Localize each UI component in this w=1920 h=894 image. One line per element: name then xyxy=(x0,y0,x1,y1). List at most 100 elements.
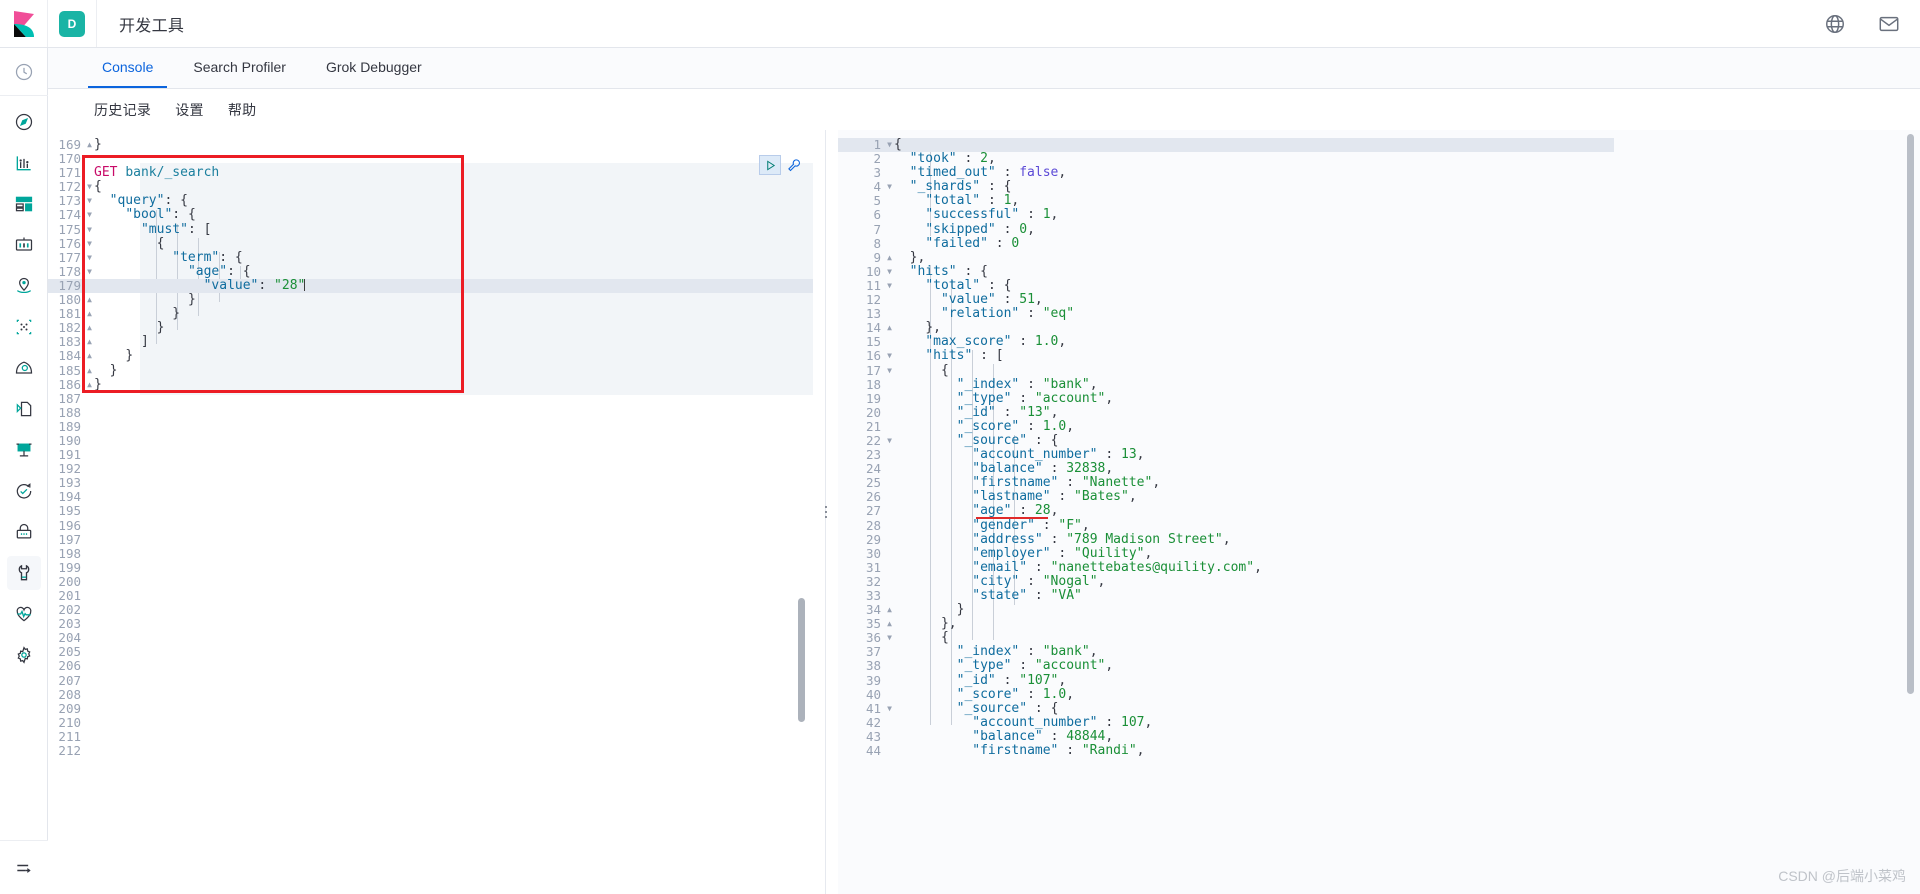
code-line: "_score" : 1.0, xyxy=(956,418,1075,434)
gutter-line: 209 xyxy=(58,700,81,716)
code-line: "_index" : "bank", xyxy=(956,644,1098,660)
gutter-line: ▼ 178 xyxy=(58,263,92,279)
dev-tools-main: Console Search Profiler Grok Debugger 历史… xyxy=(48,48,1920,894)
code-line: "value" : 51, xyxy=(940,292,1043,308)
console-request-editor[interactable]: ▲ 169 170 171 ▼ 172 ▼ 173 ▼ 174 ▼ 175 ▼ 176 ▼ 177 ▼ 178 17… xyxy=(48,130,813,894)
sidebar-item-uptime[interactable] xyxy=(7,474,41,508)
gutter-line: 8 xyxy=(873,235,881,251)
code-line: "timed_out" : false, xyxy=(909,165,1067,181)
sidebar-item-management[interactable] xyxy=(7,638,41,672)
sidebar-item-infrastructure[interactable] xyxy=(7,351,41,385)
sidebar-item-discover[interactable] xyxy=(7,105,41,139)
gutter-line: ▲ 183 xyxy=(58,334,92,350)
sidebar-item-dashboard[interactable] xyxy=(7,187,41,221)
gutter-line: 31 xyxy=(865,559,881,575)
kibana-logo[interactable] xyxy=(0,0,48,47)
mail-icon[interactable] xyxy=(1878,13,1900,35)
tab-search-profiler[interactable]: Search Profiler xyxy=(179,48,300,88)
gutter-line: 30 xyxy=(865,545,881,561)
gutter-line: ▲ 9 xyxy=(873,249,892,265)
gutter-line: 18 xyxy=(865,376,881,392)
space-avatar-button[interactable]: D xyxy=(48,0,96,47)
request-options-button[interactable] xyxy=(785,156,803,174)
kibana-dev-tools-app: D 开发工具 Console Search Profiler Grok Debu… xyxy=(0,0,1920,894)
gutter-line: 170 xyxy=(58,151,81,167)
sidebar-item-maps[interactable] xyxy=(7,269,41,303)
code-line: "relation" : "eq" xyxy=(940,306,1075,322)
sidebar-item-machine-learning[interactable] xyxy=(7,310,41,344)
settings-link[interactable]: 设置 xyxy=(175,100,204,120)
help-globe-icon[interactable] xyxy=(1824,13,1846,35)
code-line: "lastname" : "Bates", xyxy=(972,489,1137,505)
tab-grok-debugger[interactable]: Grok Debugger xyxy=(312,48,436,88)
sidebar-item-security[interactable] xyxy=(7,515,41,549)
help-link[interactable]: 帮助 xyxy=(228,100,257,120)
recently-viewed-clock-icon[interactable] xyxy=(0,48,48,96)
gutter-line: 2 xyxy=(873,151,881,167)
gutter-line: ▲ 169 xyxy=(58,137,92,152)
gutter-line: ▼ 175 xyxy=(58,221,92,237)
gutter-line: 196 xyxy=(58,517,81,533)
code-line: "_id" : "13", xyxy=(956,404,1059,420)
gutter-line: 24 xyxy=(865,461,881,477)
code-line: "state" : "VA" xyxy=(972,588,1082,603)
history-link[interactable]: 历史记录 xyxy=(94,100,151,120)
editor-resize-handle[interactable] xyxy=(813,130,838,894)
gutter-line: ▼ 174 xyxy=(58,207,92,223)
primary-navigation xyxy=(0,48,48,894)
gutter-line: 208 xyxy=(58,686,81,702)
gutter-line: 26 xyxy=(865,489,881,505)
sidebar-item-monitoring[interactable] xyxy=(7,597,41,631)
code-line: ] xyxy=(140,334,149,350)
gutter-line: 5 xyxy=(873,193,881,209)
send-request-button[interactable] xyxy=(759,155,781,175)
sidebar-item-logs[interactable] xyxy=(7,392,41,426)
code-line: "balance" : 32838, xyxy=(972,461,1114,477)
gutter-line: 19 xyxy=(865,390,881,406)
console-response-editor[interactable]: ▼ 1 2 3 ▼ 4 5 6 7 8 ▲ 9 ▼ 10 ▼ 11 12 13 ▲ 14 15 ▼ 16 ▼ 17 18 19 20 2… xyxy=(838,130,1920,894)
code-line: "must": [ xyxy=(140,221,212,237)
response-code-area[interactable]: { "took" : 2, "timed_out" : false, "_sha… xyxy=(894,130,1920,894)
collapse-nav-arrow-icon[interactable] xyxy=(0,840,48,894)
code-line: "term": { xyxy=(172,249,243,265)
gutter-line: 28 xyxy=(865,517,881,533)
request-pane: ▲ 169 170 171 ▼ 172 ▼ 173 ▼ 174 ▼ 175 ▼ 176 ▼ 177 ▼ 178 17… xyxy=(48,130,813,894)
request-code-area[interactable]: } GET bank/_search{ "query": { "bool": {… xyxy=(94,130,813,894)
code-line: GET bank/_search xyxy=(94,165,220,181)
play-triangle-icon xyxy=(766,159,775,171)
app-body: Console Search Profiler Grok Debugger 历史… xyxy=(0,48,1920,894)
gutter-line: 187 xyxy=(58,390,81,406)
code-line: "_id" : "107", xyxy=(956,672,1067,688)
gutter-line: 37 xyxy=(865,644,881,660)
tab-console[interactable]: Console xyxy=(88,48,168,88)
sidebar-item-canvas[interactable] xyxy=(7,228,41,262)
code-line: } xyxy=(187,292,196,308)
code-line: "gender" : "F", xyxy=(972,517,1090,533)
code-line: "email" : "nanettebates@quility.com", xyxy=(972,559,1262,575)
code-line: "_score" : 1.0, xyxy=(956,686,1075,702)
sidebar-item-dev-tools[interactable] xyxy=(6,556,41,590)
gutter-line: 44 xyxy=(865,743,881,759)
nav-items xyxy=(6,96,41,679)
code-line: } xyxy=(956,602,965,618)
code-line: "firstname" : "Randi", xyxy=(972,743,1145,759)
gutter-line: ▲ 185 xyxy=(58,362,92,378)
gutter-line: 212 xyxy=(58,743,81,759)
sidebar-item-apm[interactable] xyxy=(7,433,41,467)
code-line: "age" : 28, xyxy=(972,503,1059,519)
gutter-line: 42 xyxy=(865,714,881,730)
gutter-line: 195 xyxy=(58,503,81,519)
gutter-line: 202 xyxy=(58,602,81,618)
sidebar-item-visualize[interactable] xyxy=(7,146,41,180)
